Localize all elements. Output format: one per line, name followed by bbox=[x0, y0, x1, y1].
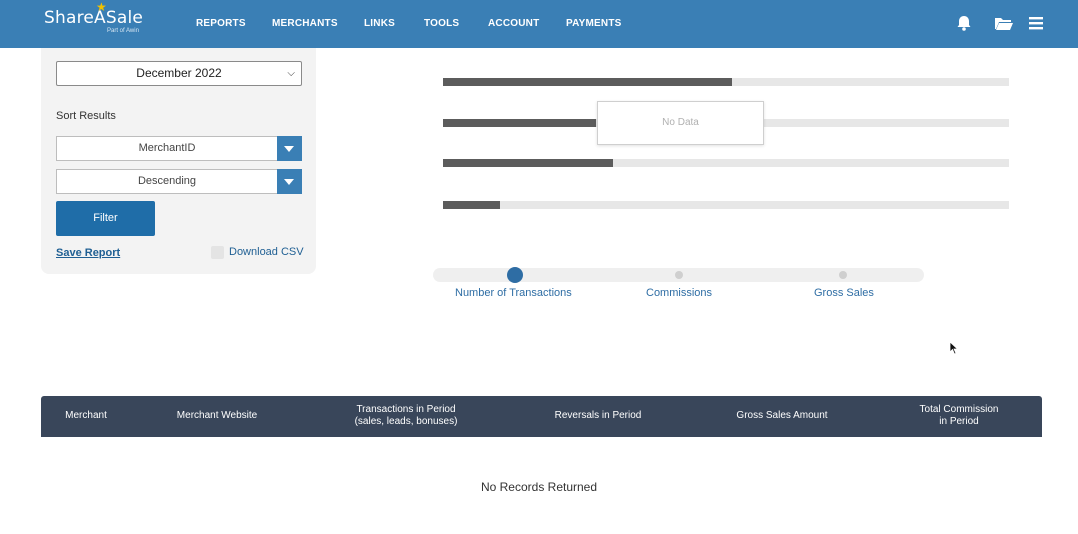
results-table-header: Merchant Merchant Website Transactions i… bbox=[41, 396, 1042, 437]
brand-logo[interactable]: ShareASale bbox=[44, 8, 143, 28]
column-merchant-website-label: Merchant Website bbox=[176, 410, 258, 421]
metric-knob-gross-sales[interactable] bbox=[839, 271, 847, 279]
column-reversals-label: Reversals in Period bbox=[554, 410, 642, 421]
period-select-value: December 2022 bbox=[136, 66, 222, 80]
column-total-commission-label: Total Commission bbox=[919, 404, 999, 415]
folder-icon[interactable] bbox=[994, 14, 1014, 32]
period-select[interactable]: December 2022 ⌵ bbox=[56, 61, 302, 86]
filter-panel: December 2022 ⌵ Sort Results MerchantID … bbox=[41, 48, 316, 274]
sort-order-dropdown[interactable]: Descending bbox=[56, 169, 302, 194]
no-data-tooltip: No Data bbox=[597, 101, 764, 145]
brand-tagline: Part of Awin bbox=[107, 28, 139, 34]
column-transactions-in-period[interactable]: Transactions in Period (sales, leads, bo… bbox=[336, 404, 476, 428]
column-merchant-website[interactable]: Merchant Website bbox=[163, 410, 271, 422]
metric-knob-transactions[interactable] bbox=[507, 267, 523, 283]
dropdown-arrow-icon[interactable] bbox=[277, 169, 302, 194]
column-total-commission[interactable]: Total Commission in Period bbox=[904, 404, 1014, 428]
column-gross-sales-label: Gross Sales Amount bbox=[736, 410, 828, 421]
column-gross-sales-amount[interactable]: Gross Sales Amount bbox=[722, 410, 842, 422]
no-records-message: No Records Returned bbox=[480, 480, 598, 494]
nav-account[interactable]: ACCOUNT bbox=[488, 18, 539, 29]
nav-merchants[interactable]: MERCHANTS bbox=[272, 18, 338, 29]
chart-bar bbox=[443, 119, 596, 127]
bell-icon[interactable] bbox=[955, 14, 973, 32]
nav-tools[interactable]: TOOLS bbox=[424, 18, 459, 29]
nav-reports[interactable]: REPORTS bbox=[196, 18, 246, 29]
metric-number-of-transactions[interactable]: Number of Transactions bbox=[455, 287, 572, 299]
chart-bar bbox=[443, 201, 500, 209]
chart-bar-track bbox=[443, 78, 1009, 86]
menu-icon[interactable] bbox=[1027, 14, 1045, 32]
metric-gross-sales[interactable]: Gross Sales bbox=[814, 287, 874, 299]
chart-bar bbox=[443, 78, 732, 86]
dropdown-arrow-icon[interactable] bbox=[277, 136, 302, 161]
chart-bar-track bbox=[443, 201, 1009, 209]
chart-bar bbox=[443, 159, 613, 167]
bar-chart bbox=[443, 78, 1009, 218]
column-transactions-sublabel: (sales, leads, bonuses) bbox=[354, 416, 458, 427]
sort-results-label: Sort Results bbox=[56, 110, 116, 122]
column-merchant-label: Merchant bbox=[65, 410, 107, 421]
sort-field-value: MerchantID bbox=[138, 142, 196, 154]
metric-knob-commissions[interactable] bbox=[675, 271, 683, 279]
top-navigation-bar: ★ ShareASale Part of Awin REPORTS MERCHA… bbox=[0, 0, 1078, 48]
download-csv-checkbox[interactable] bbox=[211, 246, 224, 259]
column-total-commission-sublabel: in Period bbox=[939, 416, 979, 427]
download-csv-label[interactable]: Download CSV bbox=[229, 246, 304, 258]
chevron-down-icon: ⌵ bbox=[287, 68, 295, 79]
column-merchant[interactable]: Merchant bbox=[53, 410, 119, 422]
sort-order-value: Descending bbox=[137, 175, 197, 187]
filter-button[interactable]: Filter bbox=[56, 201, 155, 236]
save-report-link[interactable]: Save Report bbox=[56, 247, 120, 259]
chart-bar-track bbox=[443, 159, 1009, 167]
nav-payments[interactable]: PAYMENTS bbox=[566, 18, 622, 29]
metric-commissions[interactable]: Commissions bbox=[646, 287, 712, 299]
mouse-cursor-icon bbox=[949, 341, 959, 355]
column-reversals-in-period[interactable]: Reversals in Period bbox=[542, 410, 654, 422]
column-transactions-label: Transactions in Period bbox=[356, 404, 456, 415]
nav-links[interactable]: LINKS bbox=[364, 18, 395, 29]
sort-field-dropdown[interactable]: MerchantID bbox=[56, 136, 302, 161]
